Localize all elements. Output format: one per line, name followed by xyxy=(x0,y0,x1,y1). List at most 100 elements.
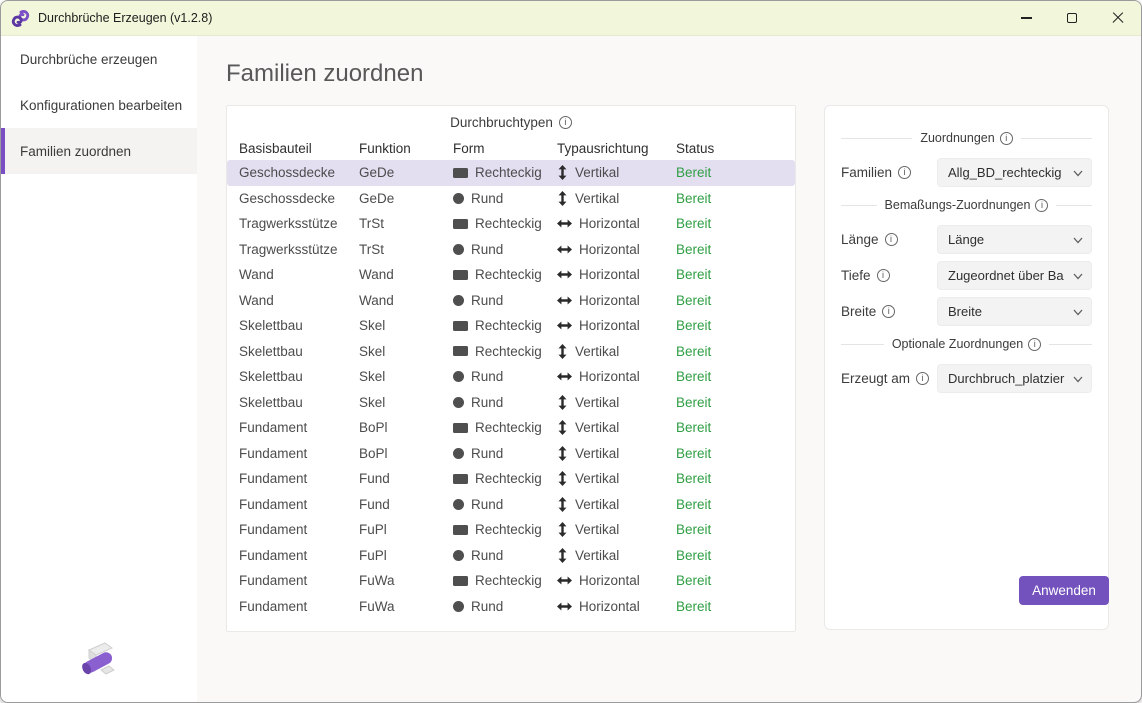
cell-status: Bereit xyxy=(676,267,795,282)
info-icon[interactable] xyxy=(882,305,895,318)
table-row[interactable]: SkelettbauSkelRundVertikalBereit xyxy=(227,390,795,416)
horizontal-arrow-icon xyxy=(557,295,572,306)
cell-status: Bereit xyxy=(676,242,795,257)
section-optionale-zuordnungen: Optionale Zuordnungen xyxy=(841,337,1092,351)
chevron-down-icon xyxy=(1072,167,1084,179)
sidebar-item-familien-zuordnen[interactable]: Familien zuordnen xyxy=(1,128,197,174)
table-row[interactable]: GeschossdeckeGeDeRundVertikalBereit xyxy=(227,186,795,212)
cell-form: Rund xyxy=(453,369,557,384)
cell-form: Rund xyxy=(453,293,557,308)
cell-status: Bereit xyxy=(676,395,795,410)
cell-basisbauteil: Skelettbau xyxy=(239,369,359,384)
table-row[interactable]: FundamentFuWaRechteckigHorizontalBereit xyxy=(227,568,795,594)
erzeugt-am-dropdown[interactable]: Durchbruch_platzier xyxy=(937,364,1092,393)
rectangle-icon xyxy=(453,576,468,586)
cell-status: Bereit xyxy=(676,573,795,588)
column-header-typausrichtung: Typausrichtung xyxy=(557,141,676,156)
cell-basisbauteil: Fundament xyxy=(239,420,359,435)
info-icon[interactable] xyxy=(559,116,572,129)
rectangle-icon xyxy=(453,346,468,356)
field-label: Tiefe xyxy=(841,268,871,283)
cell-form: Rund xyxy=(453,599,557,614)
table-row[interactable]: SkelettbauSkelRechteckigVertikalBereit xyxy=(227,339,795,365)
table-row[interactable]: FundamentBoPlRundVertikalBereit xyxy=(227,441,795,467)
cell-typausrichtung: Horizontal xyxy=(557,242,676,257)
table-row[interactable]: FundamentFundRundVertikalBereit xyxy=(227,492,795,518)
cell-status: Bereit xyxy=(676,420,795,435)
cell-basisbauteil: Fundament xyxy=(239,497,359,512)
cell-basisbauteil: Skelettbau xyxy=(239,395,359,410)
circle-icon xyxy=(453,295,464,306)
table-row[interactable]: SkelettbauSkelRundHorizontalBereit xyxy=(227,364,795,390)
vertical-arrow-icon xyxy=(557,395,568,410)
cell-status: Bereit xyxy=(676,318,795,333)
cell-typausrichtung: Vertikal xyxy=(557,420,676,435)
minimize-button[interactable] xyxy=(1003,1,1049,35)
rectangle-icon xyxy=(453,525,468,535)
apply-button[interactable]: Anwenden xyxy=(1019,576,1109,605)
table-row[interactable]: TragwerksstützeTrStRundHorizontalBereit xyxy=(227,237,795,263)
page-title: Familien zuordnen xyxy=(226,60,1109,88)
horizontal-arrow-icon xyxy=(557,218,572,229)
chevron-down-icon xyxy=(1072,373,1084,385)
sidebar-item-konfigurationen-bearbeiten[interactable]: Konfigurationen bearbeiten xyxy=(1,82,197,128)
horizontal-arrow-icon xyxy=(557,244,572,255)
cell-typausrichtung: Horizontal xyxy=(557,216,676,231)
vertical-arrow-icon xyxy=(557,420,568,435)
minimize-icon xyxy=(1021,17,1032,18)
info-icon[interactable] xyxy=(1028,338,1041,351)
cell-status: Bereit xyxy=(676,293,795,308)
familien-dropdown[interactable]: Allg_BD_rechteckig xyxy=(937,158,1092,187)
info-icon[interactable] xyxy=(877,269,890,282)
table-row[interactable]: WandWandRundHorizontalBereit xyxy=(227,288,795,314)
tiefe-dropdown[interactable]: Zugeordnet über Ba xyxy=(937,261,1092,290)
cell-status: Bereit xyxy=(676,548,795,563)
cell-funktion: BoPl xyxy=(359,420,453,435)
durchbruchtypen-table: Durchbruchtypen Basisbauteil Funktion Fo… xyxy=(226,105,796,632)
laenge-dropdown[interactable]: Länge xyxy=(937,225,1092,254)
vertical-arrow-icon xyxy=(557,191,568,206)
close-button[interactable] xyxy=(1095,1,1141,35)
cell-form: Rechteckig xyxy=(453,318,557,333)
cell-form: Rund xyxy=(453,191,557,206)
info-icon[interactable] xyxy=(898,166,911,179)
table-row[interactable]: TragwerksstützeTrStRechteckigHorizontalB… xyxy=(227,211,795,237)
table-row[interactable]: GeschossdeckeGeDeRechteckigVertikalBerei… xyxy=(227,160,795,186)
cell-basisbauteil: Wand xyxy=(239,267,359,282)
cell-status: Bereit xyxy=(676,191,795,206)
table-row[interactable]: FundamentFuPlRechteckigVertikalBereit xyxy=(227,517,795,543)
title-bar[interactable]: Durchbrüche Erzeugen (v1.2.8) xyxy=(1,1,1141,36)
table-row[interactable]: FundamentFundRechteckigVertikalBereit xyxy=(227,466,795,492)
cell-status: Bereit xyxy=(676,165,795,180)
breite-dropdown[interactable]: Breite xyxy=(937,297,1092,326)
info-icon[interactable] xyxy=(1000,132,1013,145)
info-icon[interactable] xyxy=(1035,199,1048,212)
info-icon[interactable] xyxy=(885,233,898,246)
table-row[interactable]: WandWandRechteckigHorizontalBereit xyxy=(227,262,795,288)
company-logo-icon xyxy=(75,636,123,688)
cell-form: Rechteckig xyxy=(453,344,557,359)
horizontal-arrow-icon xyxy=(557,371,572,382)
table-row[interactable]: FundamentFuWaRundHorizontalBereit xyxy=(227,594,795,620)
cell-form: Rund xyxy=(453,497,557,512)
vertical-arrow-icon xyxy=(557,522,568,537)
cell-funktion: FuPl xyxy=(359,548,453,563)
table-header-row: Basisbauteil Funktion Form Typausrichtun… xyxy=(227,136,795,160)
section-bemassungs-zuordnungen: Bemaßungs-Zuordnungen xyxy=(841,198,1092,212)
vertical-arrow-icon xyxy=(557,497,568,512)
table-row[interactable]: FundamentBoPlRechteckigVertikalBereit xyxy=(227,415,795,441)
cell-status: Bereit xyxy=(676,446,795,461)
sidebar-item-durchbrueche-erzeugen[interactable]: Durchbrüche erzeugen xyxy=(1,36,197,82)
cell-funktion: Skel xyxy=(359,344,453,359)
maximize-button[interactable] xyxy=(1049,1,1095,35)
table-row[interactable]: SkelettbauSkelRechteckigHorizontalBereit xyxy=(227,313,795,339)
horizontal-arrow-icon xyxy=(557,575,572,586)
section-zuordnungen: Zuordnungen xyxy=(841,131,1092,145)
table-row[interactable]: FundamentFuPlRundVertikalBereit xyxy=(227,543,795,569)
close-icon xyxy=(1112,12,1124,24)
main-content: Familien zuordnen Durchbruchtypen Basisb… xyxy=(197,36,1142,702)
cell-basisbauteil: Tragwerksstütze xyxy=(239,216,359,231)
cell-form: Rechteckig xyxy=(453,573,557,588)
info-icon[interactable] xyxy=(916,372,929,385)
cell-basisbauteil: Geschossdecke xyxy=(239,191,359,206)
